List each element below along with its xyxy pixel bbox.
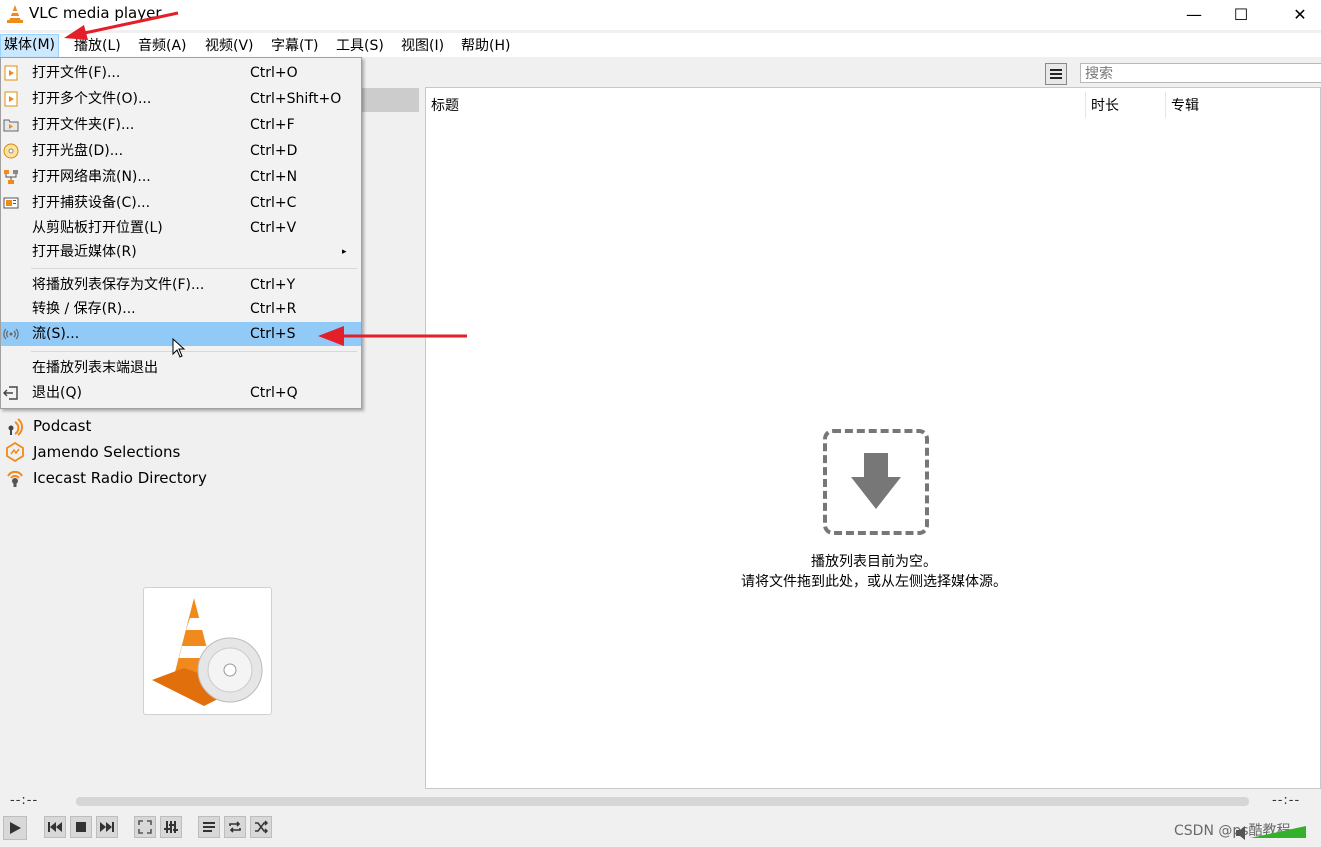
play-button[interactable] xyxy=(3,816,27,840)
menu-item-open-capture-device[interactable]: 打开捕获设备(C)... Ctrl+C xyxy=(1,191,361,215)
next-button[interactable] xyxy=(96,816,118,838)
vlc-cone-icon xyxy=(7,5,23,23)
menu-item-open-file[interactable]: 打开文件(F)... Ctrl+O xyxy=(1,61,361,85)
icecast-icon xyxy=(4,467,26,489)
playlist-view-toggle-button[interactable] xyxy=(1045,63,1067,85)
podcast-icon xyxy=(4,415,26,437)
menu-item-open-network-stream[interactable]: 打开网络串流(N)... Ctrl+N xyxy=(1,165,361,189)
stop-button[interactable] xyxy=(70,816,92,838)
seek-slider[interactable] xyxy=(76,797,1249,806)
shuffle-button[interactable] xyxy=(250,816,272,838)
disc-icon xyxy=(3,143,19,159)
time-elapsed: --:-- xyxy=(10,793,39,808)
title-bar: VLC media player — ☐ ✕ xyxy=(0,0,1321,30)
menu-bar: 媒体(M) 播放(L) 音频(A) 视频(V) 字幕(T) 工具(S) 视图(I… xyxy=(0,33,1321,58)
equalizer-icon xyxy=(164,821,178,833)
sidebar-item-jamendo[interactable]: Jamendo Selections xyxy=(4,440,180,464)
submenu-arrow-icon: ▸ xyxy=(342,247,347,257)
loop-button[interactable] xyxy=(224,816,246,838)
menu-tools[interactable]: 工具(S) xyxy=(333,35,387,57)
empty-playlist-hint: 请将文件拖到此处，或从左侧选择媒体源。 xyxy=(741,574,1007,590)
menu-view[interactable]: 视图(I) xyxy=(398,35,447,57)
menu-subtitle[interactable]: 字幕(T) xyxy=(268,35,321,57)
volume-icon xyxy=(1236,826,1306,840)
selected-source-highlight xyxy=(362,88,419,112)
extended-settings-button[interactable] xyxy=(160,816,182,838)
menu-audio[interactable]: 音频(A) xyxy=(135,35,190,57)
sidebar-item-icecast[interactable]: Icecast Radio Directory xyxy=(4,466,207,490)
stream-icon xyxy=(3,328,19,340)
menu-item-save-playlist[interactable]: 将播放列表保存为文件(F)... Ctrl+Y xyxy=(1,273,361,297)
column-divider xyxy=(1085,92,1086,118)
search-input[interactable]: 搜索 xyxy=(1080,63,1321,83)
menu-item-open-multiple-files[interactable]: 打开多个文件(O)... Ctrl+Shift+O xyxy=(1,87,361,111)
column-header-title[interactable]: 标题 xyxy=(431,95,459,115)
mouse-cursor-icon xyxy=(172,338,186,358)
drop-target-icon xyxy=(823,429,929,535)
menu-separator xyxy=(31,268,357,269)
playlist-icon xyxy=(203,822,215,832)
maximize-button[interactable]: ☐ xyxy=(1218,0,1264,28)
toggle-playlist-button[interactable] xyxy=(198,816,220,838)
menu-item-convert-save[interactable]: 转换 / 保存(R)... Ctrl+R xyxy=(1,297,361,321)
window-title: VLC media player xyxy=(29,4,162,22)
repeat-icon xyxy=(229,821,241,833)
album-art xyxy=(143,587,272,715)
vlc-logo-icon xyxy=(152,598,263,706)
menu-item-open-folder[interactable]: 打开文件夹(F)... Ctrl+F xyxy=(1,113,361,137)
open-file-icon xyxy=(4,65,18,81)
menu-media[interactable]: 媒体(M) xyxy=(0,34,60,58)
close-button[interactable]: ✕ xyxy=(1277,0,1321,28)
quit-icon xyxy=(3,386,18,400)
skip-back-icon xyxy=(48,822,62,832)
menu-item-quit-at-end-of-playlist[interactable]: 在播放列表末端退出 xyxy=(1,356,361,380)
menu-playback[interactable]: 播放(L) xyxy=(71,35,124,57)
sidebar-item-podcast[interactable]: Podcast xyxy=(4,414,91,438)
volume-slider[interactable] xyxy=(1236,818,1308,842)
fullscreen-icon xyxy=(138,820,152,834)
capture-device-icon xyxy=(3,197,19,209)
previous-button[interactable] xyxy=(44,816,66,838)
open-folder-icon xyxy=(3,119,19,132)
list-icon xyxy=(1050,69,1062,79)
stop-icon xyxy=(76,822,86,832)
shuffle-icon xyxy=(255,820,268,834)
menu-item-open-disc[interactable]: 打开光盘(D)... Ctrl+D xyxy=(1,139,361,163)
menu-separator xyxy=(31,351,357,352)
column-header-album[interactable]: 专辑 xyxy=(1171,95,1199,115)
time-total: --:-- xyxy=(1272,793,1301,808)
minimize-button[interactable]: — xyxy=(1171,0,1217,28)
menu-item-open-location-from-clipboard[interactable]: 从剪贴板打开位置(L) Ctrl+V xyxy=(1,216,361,240)
menu-help[interactable]: 帮助(H) xyxy=(458,35,513,57)
network-icon xyxy=(4,170,18,184)
column-header-duration[interactable]: 时长 xyxy=(1091,95,1119,115)
playlist-panel[interactable]: 标题 时长 专辑 播放列表目前为空。 请将文件拖到此处，或从左侧选择媒体源。 xyxy=(425,87,1321,789)
menu-video[interactable]: 视频(V) xyxy=(202,35,257,57)
empty-playlist-message: 播放列表目前为空。 xyxy=(811,554,937,570)
menu-item-open-recent-media[interactable]: 打开最近媒体(R) ▸ xyxy=(1,240,361,264)
sidebar-item-label: Icecast Radio Directory xyxy=(33,469,207,487)
skip-forward-icon xyxy=(100,822,114,832)
sidebar-item-label: Jamendo Selections xyxy=(33,443,181,461)
column-divider xyxy=(1165,92,1166,118)
jamendo-icon xyxy=(4,441,26,463)
sidebar-item-label: Podcast xyxy=(33,417,92,435)
menu-item-quit[interactable]: 退出(Q) Ctrl+Q xyxy=(1,381,361,405)
play-icon xyxy=(10,822,21,834)
fullscreen-button[interactable] xyxy=(134,816,156,838)
open-multiple-files-icon xyxy=(4,91,18,107)
